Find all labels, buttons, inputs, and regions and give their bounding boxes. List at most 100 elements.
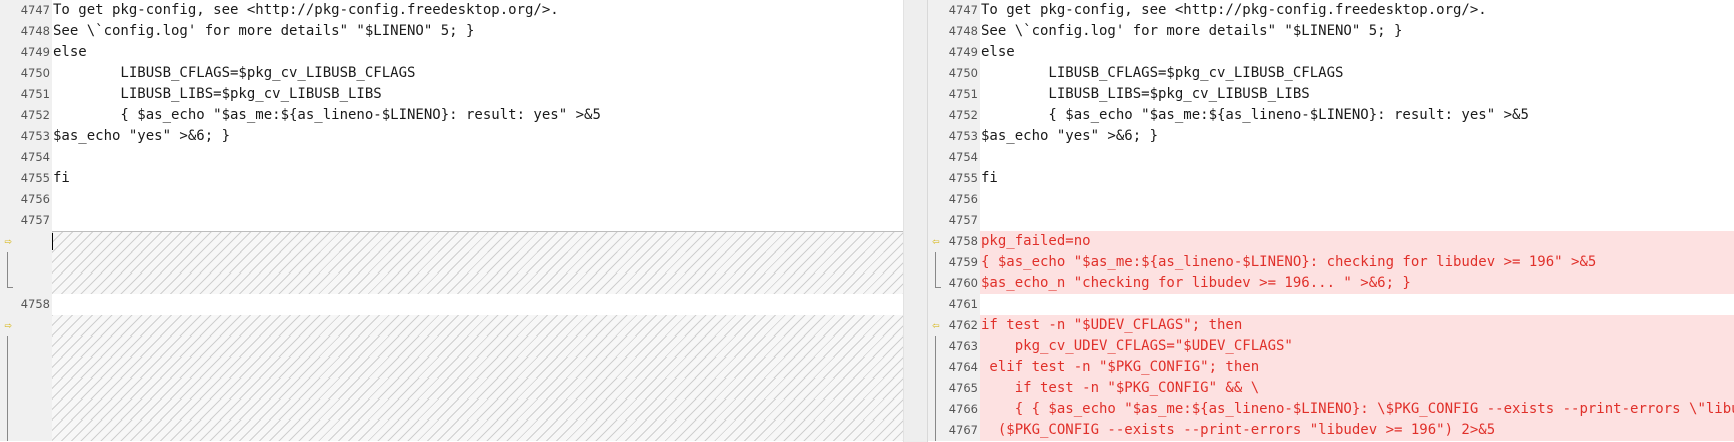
line-text [52,336,903,357]
line-number: 4760 [948,276,978,290]
line-text [52,420,903,441]
line-number: 4756 [948,192,978,206]
left-pane[interactable]: 4747 To get pkg-config, see <http://pkg-c… [0,0,903,442]
line-text [980,210,1734,231]
code-line[interactable]: 4748 See \`config.log' for more details" … [0,21,903,42]
code-line[interactable]: 4761 [928,294,1734,315]
changed-line[interactable]: 4760 $as_echo_n "checking for libudev >= … [928,273,1734,294]
code-line[interactable]: 4752 { $as_echo "$as_me:${as_lineno-$LIN… [928,105,1734,126]
changed-line[interactable]: 4766 { { $as_echo "$as_me:${as_lineno-$L… [928,399,1734,420]
line-number: 4747 [20,3,50,17]
line-number: 4748 [948,24,978,38]
line-text: fi [53,170,70,186]
line-text: $as_echo "yes" >&6; } [53,128,231,144]
code-line[interactable]: 4747 To get pkg-config, see <http://pkg-c… [0,0,903,21]
line-number: 4750 [948,66,978,80]
line-text [52,189,903,210]
line-text [980,294,1734,315]
code-line[interactable]: 4755 fi [0,168,903,189]
line-text: elif test -n "$PKG_CONFIG"; then [980,357,1734,378]
changed-line[interactable]: 4765 if test -n "$PKG_CONFIG" && \ [928,378,1734,399]
line-text: fi [981,170,998,186]
placeholder-line [0,231,903,252]
line-text [52,231,903,252]
code-line[interactable]: 4751 LIBUSB_LIBS=$pkg_cv_LIBUSB_LIBS [0,84,903,105]
line-text [52,378,903,399]
code-line[interactable]: 4757 [928,210,1734,231]
line-text [52,357,903,378]
line-number [14,273,50,294]
placeholder-line [0,420,903,441]
changed-line[interactable]: 4762if test -n "$UDEV_CFLAGS"; then [928,315,1734,336]
placeholder-line [0,378,903,399]
line-text: if test -n "$UDEV_CFLAGS"; then [980,315,1734,336]
changed-line[interactable]: 4764 elif test -n "$PKG_CONFIG"; then [928,357,1734,378]
code-line[interactable]: 4754 [0,147,903,168]
placeholder-line [0,273,903,294]
line-number: 4751 [948,87,978,101]
line-text: To get pkg-config, see <http://pkg-confi… [981,2,1487,18]
line-text: { $as_echo "$as_me:${as_lineno-$LINENO}:… [53,107,601,123]
text-caret [52,233,53,250]
line-number: 4765 [948,381,978,395]
line-number: 4749 [20,45,50,59]
changed-line[interactable]: 4767 ($PKG_CONFIG --exists --print-error… [928,420,1734,441]
code-line[interactable]: 4749 else [0,42,903,63]
placeholder-line [0,399,903,420]
line-number [14,357,50,378]
line-number: 4762 [948,318,978,332]
line-number: 4755 [20,171,50,185]
line-text: $as_echo "yes" >&6; } [981,128,1159,144]
code-line[interactable]: 4754 [928,147,1734,168]
line-text [52,399,903,420]
changed-line[interactable]: 4758pkg_failed=no [928,231,1734,252]
line-number [14,399,50,420]
line-number: 4751 [20,87,50,101]
line-number: 4754 [20,150,50,164]
pane-splitter[interactable] [903,0,928,442]
line-text: else [53,44,87,60]
code-line[interactable]: 4750 LIBUSB_CFLAGS=$pkg_cv_LIBUSB_CFLAGS [928,63,1734,84]
code-line[interactable]: 4751 LIBUSB_LIBS=$pkg_cv_LIBUSB_LIBS [928,84,1734,105]
line-number [14,420,50,441]
placeholder-line [0,252,903,273]
code-line[interactable]: 4755 fi [928,168,1734,189]
code-line[interactable]: 4757 [0,210,903,231]
line-number: 4757 [20,213,50,227]
line-number: 4766 [948,402,978,416]
line-text: LIBUSB_CFLAGS=$pkg_cv_LIBUSB_CFLAGS [53,65,416,81]
code-line[interactable]: 4758 [0,294,903,315]
code-line[interactable]: 4748 See \`config.log' for more details" … [928,21,1734,42]
line-number: 4757 [948,213,978,227]
code-line[interactable]: 4756 [0,189,903,210]
line-number: 4764 [948,360,978,374]
code-line[interactable]: 4749 else [928,42,1734,63]
line-number: 4753 [20,129,50,143]
line-text: To get pkg-config, see <http://pkg-confi… [53,2,559,18]
line-number: 4754 [948,150,978,164]
code-line[interactable]: 4750 LIBUSB_CFLAGS=$pkg_cv_LIBUSB_CFLAGS [0,63,903,84]
line-number [14,315,50,336]
line-number [14,252,50,273]
line-number: 4763 [948,339,978,353]
line-number: 4758 [20,297,50,311]
changed-line[interactable]: 4759{ $as_echo "$as_me:${as_lineno-$LINE… [928,252,1734,273]
line-text [52,252,903,273]
line-number: 4767 [948,423,978,437]
line-number: 4752 [20,108,50,122]
line-text: pkg_failed=no [980,231,1734,252]
line-text [980,189,1734,210]
code-line[interactable]: 4747 To get pkg-config, see <http://pkg-c… [928,0,1734,21]
changed-line[interactable]: 4763 pkg_cv_UDEV_CFLAGS="$UDEV_CFLAGS" [928,336,1734,357]
diff-viewer: 4747 To get pkg-config, see <http://pkg-c… [0,0,1734,442]
line-number: 4748 [20,24,50,38]
line-text [52,315,903,336]
code-line[interactable]: 4753 $as_echo "yes" >&6; } [0,126,903,147]
code-line[interactable]: 4756 [928,189,1734,210]
code-line[interactable]: 4752 { $as_echo "$as_me:${as_lineno-$LIN… [0,105,903,126]
line-number [14,336,50,357]
placeholder-line [0,336,903,357]
right-pane[interactable]: 4747 To get pkg-config, see <http://pkg-c… [928,0,1734,442]
line-text: See \`config.log' for more details" "$LI… [981,23,1403,39]
code-line[interactable]: 4753 $as_echo "yes" >&6; } [928,126,1734,147]
